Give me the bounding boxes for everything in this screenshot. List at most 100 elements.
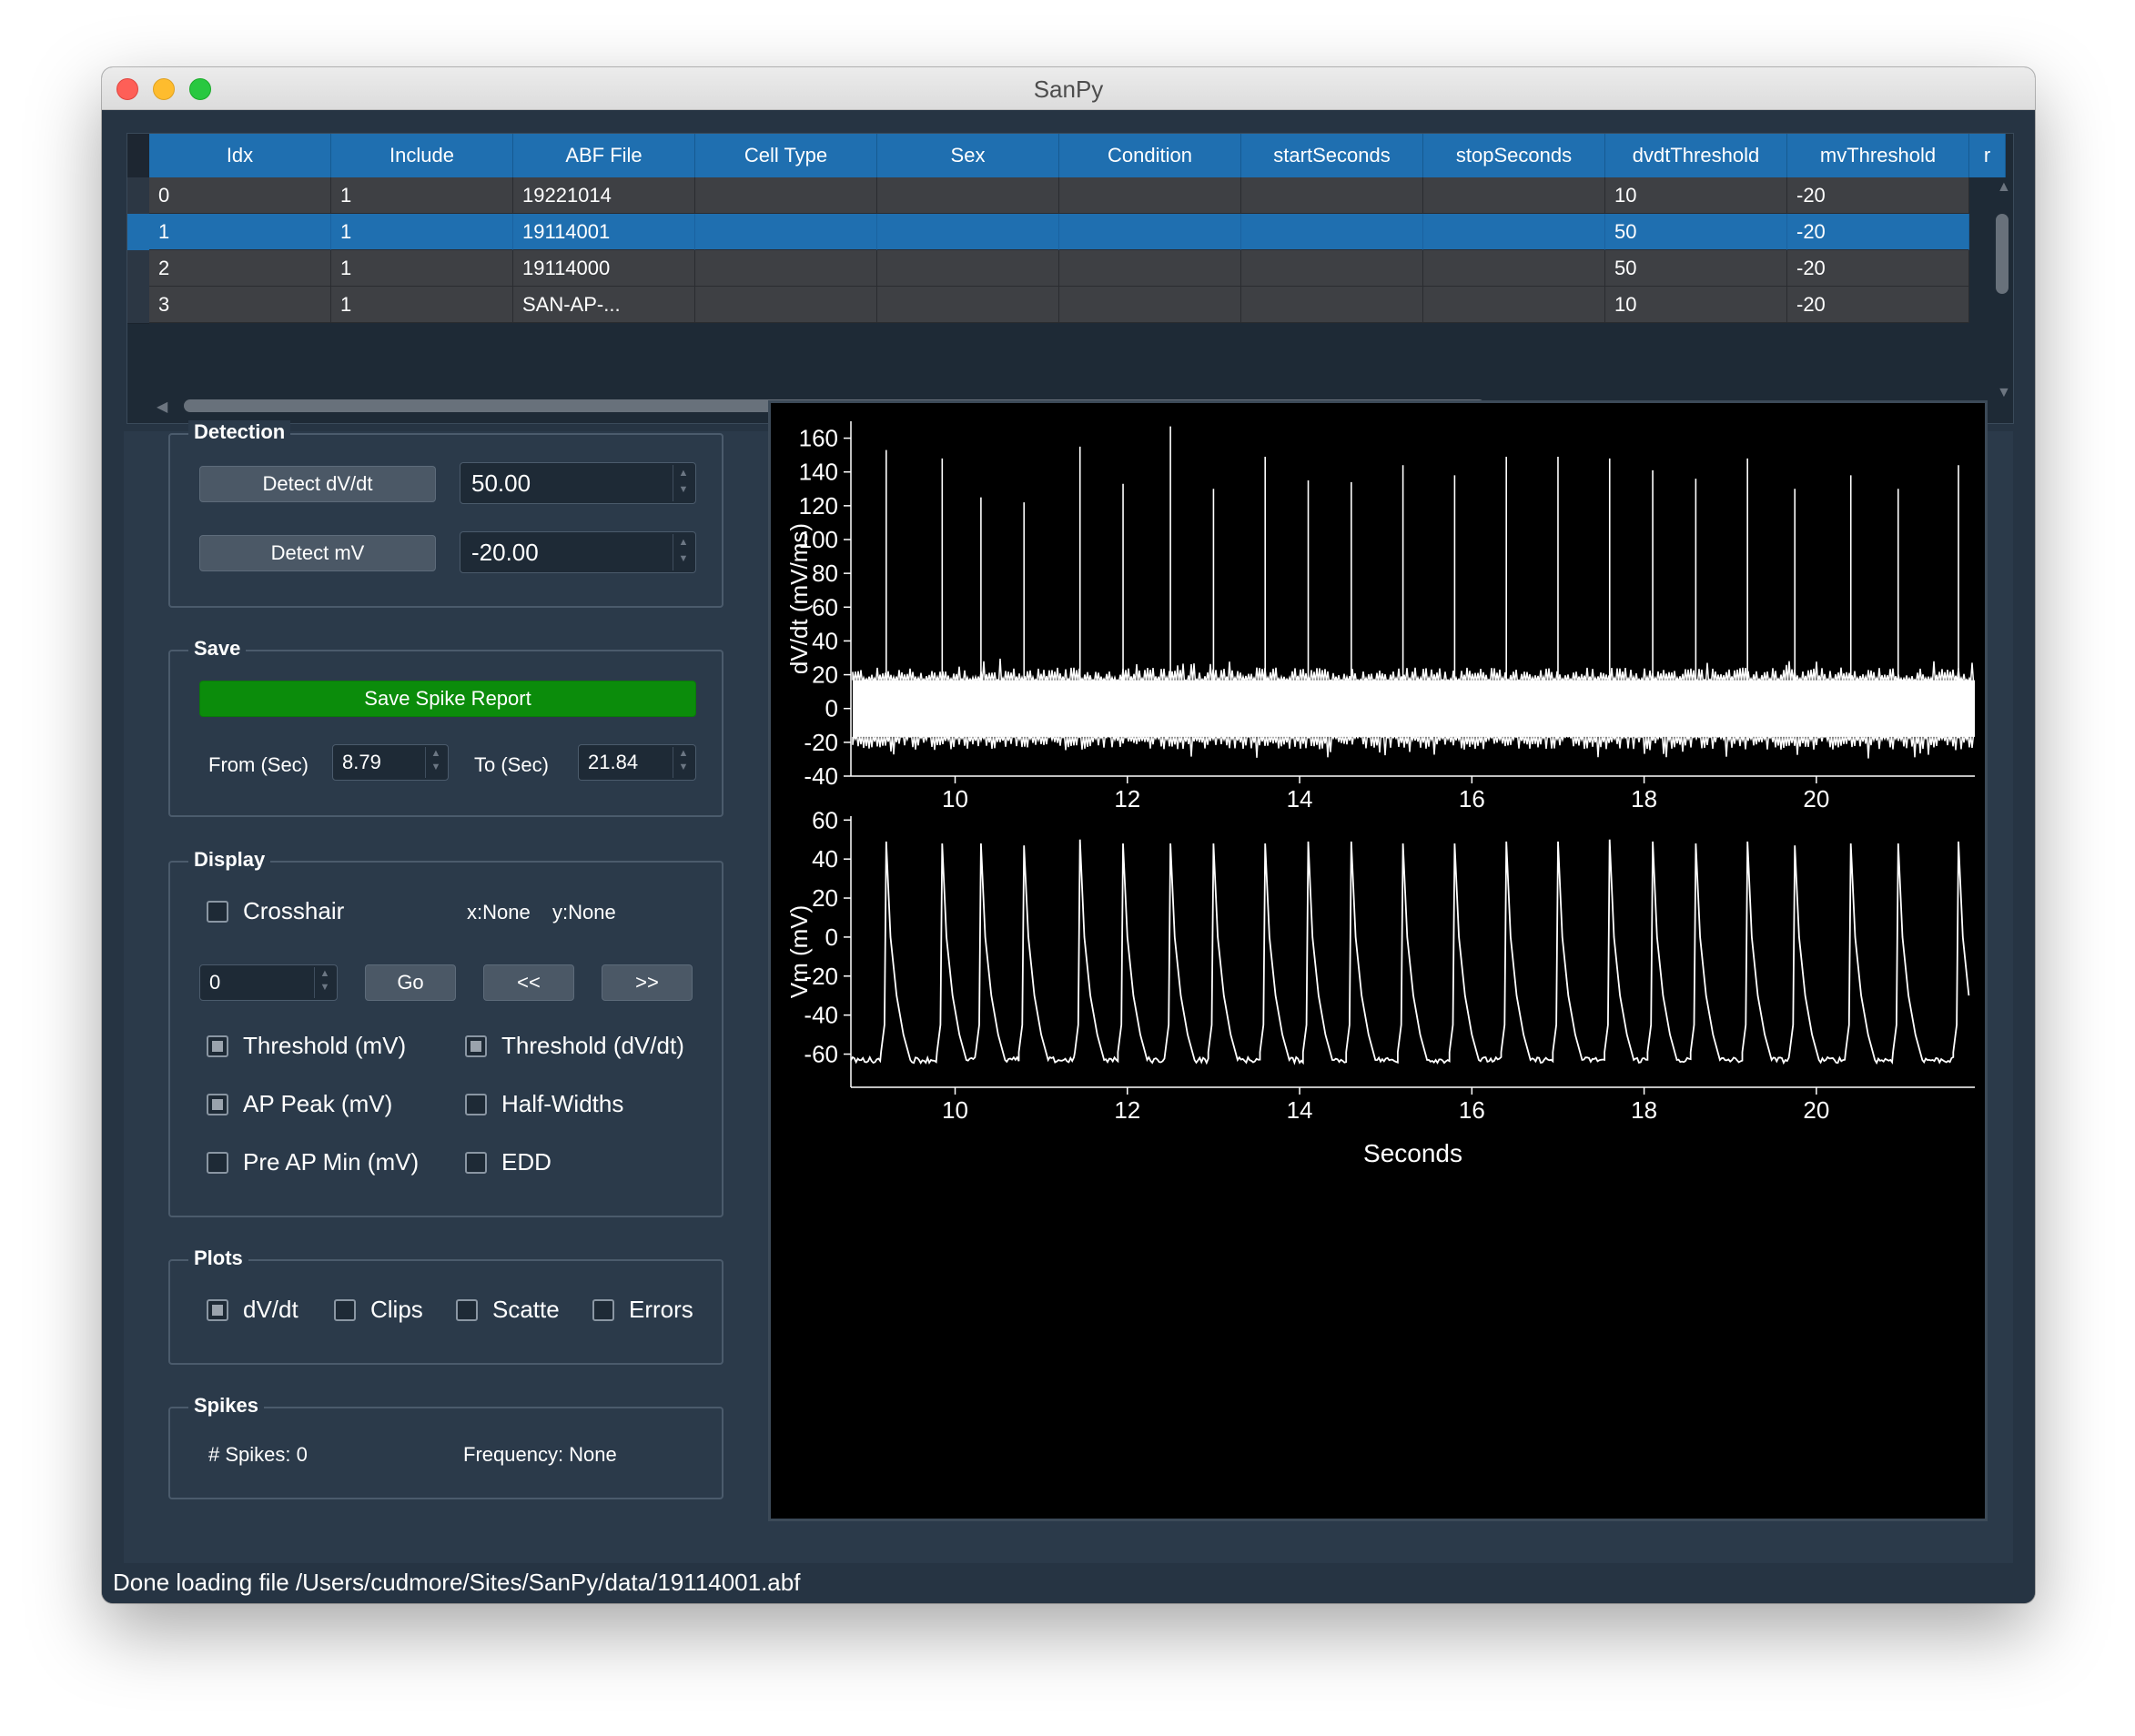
dvdt-plot-checkbox[interactable] (207, 1299, 228, 1321)
errors-checkbox[interactable] (592, 1299, 614, 1321)
detect-mv-button[interactable]: Detect mV (199, 535, 436, 571)
table-cell[interactable] (1059, 177, 1241, 214)
table-cell[interactable]: -20 (1787, 287, 1969, 323)
previous-spike-button[interactable]: << (483, 964, 574, 1001)
scatter-checkbox[interactable] (456, 1299, 478, 1321)
table-cell[interactable]: 50 (1605, 250, 1787, 287)
save-spike-report-button[interactable]: Save Spike Report (199, 681, 696, 717)
table-cell[interactable]: -20 (1787, 214, 1969, 250)
table-cell[interactable] (877, 214, 1059, 250)
spin-arrows-icon[interactable]: ▲ ▼ (673, 465, 693, 501)
ap-peak-checkbox[interactable] (207, 1094, 228, 1115)
table-cell[interactable] (1241, 177, 1423, 214)
spin-arrows-icon[interactable]: ▲ ▼ (673, 747, 693, 778)
row-header[interactable] (127, 214, 149, 251)
crosshair-checkbox[interactable] (207, 901, 228, 923)
threshold-dvdt-checkbox[interactable] (465, 1035, 487, 1057)
from-sec-spinbox[interactable]: 8.79 ▲ ▼ (332, 744, 449, 781)
table-cell[interactable] (695, 250, 877, 287)
column-header[interactable]: ABF File (513, 134, 695, 177)
table-cell[interactable]: 1 (331, 214, 513, 250)
table-cell[interactable] (877, 177, 1059, 214)
table-cell[interactable]: 19114000 (513, 250, 695, 287)
table-row[interactable]: 0 1 19221014 10 -20 (127, 177, 1993, 215)
table-row[interactable]: 2 1 19114000 50 -20 (127, 250, 1993, 288)
table-cell[interactable] (1423, 177, 1605, 214)
table-cell[interactable]: 19114001 (513, 214, 695, 250)
table-cell[interactable] (1241, 287, 1423, 323)
table-cell[interactable]: SAN-AP-... (513, 287, 695, 323)
table-cell[interactable]: 10 (1605, 177, 1787, 214)
table-cell[interactable] (695, 287, 877, 323)
half-widths-checkbox[interactable] (465, 1094, 487, 1115)
table-cell[interactable] (695, 177, 877, 214)
edd-checkbox[interactable] (465, 1152, 487, 1174)
table-cell[interactable] (1059, 214, 1241, 250)
spin-arrows-icon[interactable]: ▲ ▼ (314, 967, 335, 998)
goto-spike-spinbox[interactable]: 0 ▲ ▼ (199, 964, 338, 1001)
scroll-down-arrow-icon[interactable]: ▼ (1997, 385, 2011, 401)
dvdt-chart[interactable]: -40-2002040608010012014016010 12 14 16 18 20d… (785, 421, 1975, 812)
detect-mv-spinbox[interactable]: -20.00 ▲ ▼ (460, 531, 696, 573)
table-cell[interactable]: 3 (149, 287, 331, 323)
table-cell[interactable] (1241, 214, 1423, 250)
status-message: Done loading file /Users/cudmore/Sites/S… (113, 1569, 801, 1596)
column-header[interactable]: Sex (877, 134, 1059, 177)
column-header[interactable]: Include (331, 134, 513, 177)
column-header[interactable]: startSeconds (1241, 134, 1423, 177)
threshold-mv-checkbox[interactable] (207, 1035, 228, 1057)
detect-dvdt-button[interactable]: Detect dV/dt (199, 466, 436, 502)
table-cell[interactable] (1059, 250, 1241, 287)
table-cell[interactable]: 1 (149, 214, 331, 250)
table-cell[interactable]: 1 (331, 250, 513, 287)
table-cell[interactable] (877, 250, 1059, 287)
y-axis-label: dV/dt (mV/ms) (785, 523, 813, 674)
x-tick-label: 14 (1287, 785, 1313, 812)
column-header[interactable]: r (1969, 134, 2006, 177)
table-cell[interactable]: 10 (1605, 287, 1787, 323)
table-cell[interactable]: -20 (1787, 250, 1969, 287)
clips-checkbox[interactable] (334, 1299, 356, 1321)
column-header[interactable]: dvdtThreshold (1605, 134, 1787, 177)
traces-chart[interactable]: -40-2002040608010012014016010 12 14 16 18 20d… (771, 403, 1985, 1519)
table-row[interactable]: 3 1 SAN-AP-... 10 -20 (127, 287, 1993, 324)
to-sec-spinbox[interactable]: 21.84 ▲ ▼ (578, 744, 696, 781)
table-cell[interactable] (1423, 250, 1605, 287)
table-cell[interactable] (1241, 250, 1423, 287)
row-header[interactable] (127, 287, 149, 324)
table-vertical-scrollbar[interactable]: ▲ ▼ (1993, 177, 2013, 405)
row-header[interactable] (127, 250, 149, 288)
table-cell[interactable] (1059, 287, 1241, 323)
scroll-up-arrow-icon[interactable]: ▲ (1997, 179, 2011, 196)
row-header[interactable] (127, 177, 149, 215)
table-cell[interactable] (1423, 214, 1605, 250)
pre-ap-min-checkbox[interactable] (207, 1152, 228, 1174)
table-cell[interactable]: 19221014 (513, 177, 695, 214)
table-cell[interactable]: 50 (1605, 214, 1787, 250)
detect-dvdt-spinbox[interactable]: 50.00 ▲ ▼ (460, 462, 696, 504)
column-header[interactable]: Cell Type (695, 134, 877, 177)
spin-arrows-icon[interactable]: ▲ ▼ (425, 747, 446, 778)
table-cell[interactable]: 1 (331, 177, 513, 214)
table-cell[interactable] (695, 214, 877, 250)
table-cell[interactable]: 0 (149, 177, 331, 214)
table-cell[interactable]: 2 (149, 250, 331, 287)
next-spike-button[interactable]: >> (602, 964, 693, 1001)
column-header[interactable]: Condition (1059, 134, 1241, 177)
scroll-left-arrow-icon[interactable]: ◀ (157, 398, 167, 416)
x-axis-label: Seconds (1363, 1139, 1462, 1167)
table-cell[interactable]: 1 (331, 287, 513, 323)
go-button[interactable]: Go (365, 964, 456, 1001)
column-header[interactable]: mvThreshold (1787, 134, 1969, 177)
column-header[interactable]: stopSeconds (1423, 134, 1605, 177)
detection-title: Detection (188, 420, 291, 444)
plot-area[interactable]: -40 -20 0 20 40 60 80 100 120 140 160 10 12 14 16 18 20 d… (768, 400, 1988, 1521)
table-cell[interactable] (1423, 287, 1605, 323)
table-vertical-scroll-thumb[interactable] (1996, 214, 2009, 294)
table-cell[interactable] (877, 287, 1059, 323)
vm-chart[interactable]: -60-40-20020406010 12 14 16 18 20Vm (mV)Secon… (785, 806, 1975, 1167)
column-header[interactable]: Idx (149, 134, 331, 177)
table-row[interactable]: 1 1 19114001 50 -20 (127, 214, 1993, 251)
table-cell[interactable]: -20 (1787, 177, 1969, 214)
spin-arrows-icon[interactable]: ▲ ▼ (673, 534, 693, 570)
